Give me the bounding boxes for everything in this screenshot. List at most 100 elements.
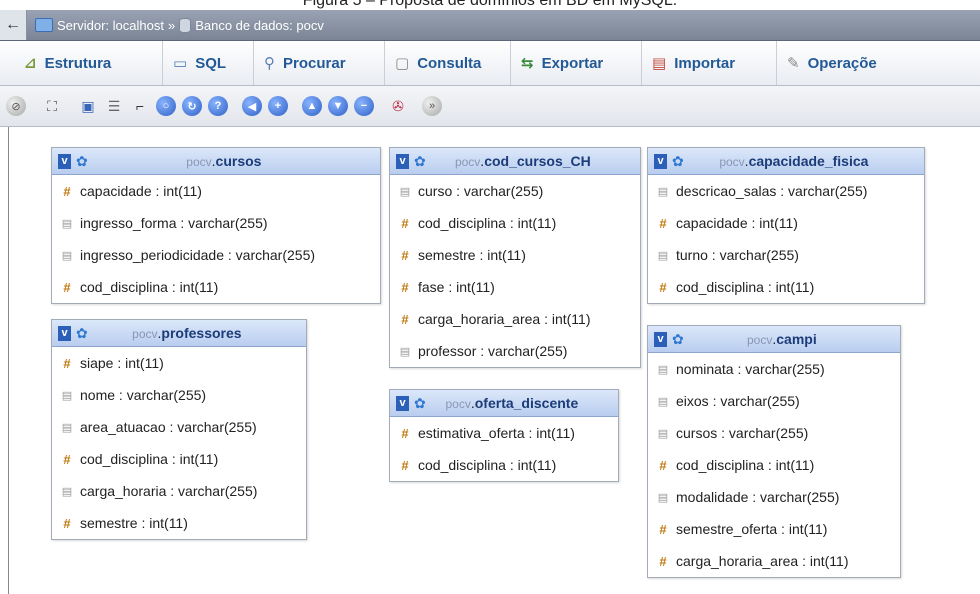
breadcrumb-database[interactable]: Banco de dados: pocv	[195, 18, 324, 33]
column-label: ingresso_forma : varchar(255)	[80, 215, 268, 231]
table-column-row[interactable]: ▤ descricao_salas : varchar(255)	[648, 175, 924, 207]
table-column-row[interactable]: # capacidade : int(11)	[648, 207, 924, 239]
pdf-icon[interactable]: ✇	[388, 96, 408, 116]
table-column-row[interactable]: # carga_horaria_area : int(11)	[648, 545, 900, 577]
column-label: semestre : int(11)	[418, 247, 526, 263]
table-professores[interactable]: v ✿ pocv.professores # siape : int(11) ▤ no…	[51, 319, 307, 540]
query-icon: ▢	[395, 55, 410, 72]
refresh-icon[interactable]: ↻	[182, 96, 202, 116]
text-column-icon: ▤	[657, 427, 669, 440]
table-column-row[interactable]: ▤ ingresso_forma : varchar(255)	[52, 207, 380, 239]
table-column-row[interactable]: ▤ turno : varchar(255)	[648, 239, 924, 271]
table-cursos[interactable]: v ✿ pocv.cursos # capacidade : int(11) ▤ in…	[51, 147, 381, 304]
structure-icon: ⊿	[24, 55, 37, 72]
toggle-columns-icon[interactable]: v	[654, 153, 667, 169]
table-campi[interactable]: v ✿ pocv.campi ▤ nominata : varchar(255) ▤…	[647, 325, 901, 578]
down-icon[interactable]: ▼	[328, 96, 348, 116]
table-column-row[interactable]: # cod_disciplina : int(11)	[648, 271, 924, 303]
gear-icon[interactable]: ✿	[76, 153, 88, 170]
up-icon[interactable]: ▲	[302, 96, 322, 116]
gear-icon[interactable]: ✿	[76, 325, 88, 342]
table-capacidade-fisica[interactable]: v ✿ pocv.capacidade_fisica ▤ descricao_sa…	[647, 147, 925, 304]
title-bar: ← Servidor: localhost » Banco de dados: …	[0, 10, 980, 41]
numeric-column-icon: #	[63, 183, 71, 199]
numeric-column-icon: #	[401, 279, 409, 295]
table-column-row[interactable]: # cod_disciplina : int(11)	[648, 449, 900, 481]
table-column-row[interactable]: ▤ area_atuacao : varchar(255)	[52, 411, 306, 443]
relation-icon[interactable]: ⌐	[130, 96, 150, 116]
table-column-row[interactable]: # carga_horaria_area : int(11)	[390, 303, 640, 335]
gear-icon[interactable]: ✿	[672, 331, 684, 348]
column-label: curso : varchar(255)	[418, 183, 544, 199]
table-column-row[interactable]: # cod_disciplina : int(11)	[52, 271, 380, 303]
toggle-columns-icon[interactable]: v	[396, 395, 409, 411]
table-header[interactable]: v ✿ pocv.capacidade_fisica	[648, 148, 924, 175]
prev-icon[interactable]: ◀	[242, 96, 262, 116]
table-column-row[interactable]: ▤ nome : varchar(255)	[52, 379, 306, 411]
cancel-icon[interactable]: ⊘	[6, 96, 26, 116]
table-column-row[interactable]: ▤ carga_horaria : varchar(255)	[52, 475, 306, 507]
toggle-columns-icon[interactable]: v	[654, 331, 667, 347]
toggle-columns-icon[interactable]: v	[396, 153, 409, 169]
zoom-icon[interactable]: ○	[156, 96, 176, 116]
table-header[interactable]: v ✿ pocv.oferta_discente	[390, 390, 618, 417]
toggle-columns-icon[interactable]: v	[58, 325, 71, 341]
table-column-row[interactable]: ▤ cursos : varchar(255)	[648, 417, 900, 449]
table-header[interactable]: v ✿ pocv.professores	[52, 320, 306, 347]
column-label: eixos : varchar(255)	[676, 393, 800, 409]
column-label: siape : int(11)	[80, 355, 164, 371]
table-column-row[interactable]: ▤ eixos : varchar(255)	[648, 385, 900, 417]
table-db-name: pocv	[454, 155, 481, 169]
table-column-row[interactable]: ▤ nominata : varchar(255)	[648, 353, 900, 385]
add-icon[interactable]: +	[268, 96, 288, 116]
tab-import[interactable]: ▤ Importar	[642, 41, 777, 85]
tab-operations[interactable]: ✎ Operaçõe	[777, 41, 937, 85]
gear-icon[interactable]: ✿	[672, 153, 684, 170]
export-icon: ⇆	[521, 55, 534, 72]
back-button[interactable]: ←	[0, 10, 27, 40]
table-column-row[interactable]: # cod_disciplina : int(11)	[52, 443, 306, 475]
table-column-row[interactable]: # cod_disciplina : int(11)	[390, 207, 640, 239]
column-label: capacidade : int(11)	[80, 183, 202, 199]
table-column-row[interactable]: # semestre : int(11)	[390, 239, 640, 271]
tab-search[interactable]: ⚲ Procurar	[254, 41, 385, 85]
text-column-icon: ▤	[61, 421, 73, 434]
gear-icon[interactable]: ✿	[414, 153, 426, 170]
list-icon[interactable]: ☰	[104, 96, 124, 116]
table-db-name: pocv	[747, 333, 773, 347]
next-icon[interactable]: »	[422, 96, 442, 116]
tab-structure[interactable]: ⊿ Estrutura	[0, 41, 163, 85]
save-icon[interactable]: ▣	[78, 96, 98, 116]
table-header[interactable]: v ✿ pocv.cod_cursos_CH	[390, 148, 640, 175]
tab-query[interactable]: ▢ Consulta	[385, 41, 511, 85]
text-column-icon: ▤	[657, 363, 669, 376]
table-column-row[interactable]: # fase : int(11)	[390, 271, 640, 303]
breadcrumb-server[interactable]: Servidor: localhost	[57, 18, 164, 33]
help-icon[interactable]: ?	[208, 96, 228, 116]
gear-icon[interactable]: ✿	[414, 395, 426, 412]
table-column-row[interactable]: # semestre_oferta : int(11)	[648, 513, 900, 545]
text-column-icon: ▤	[657, 491, 669, 504]
table-column-row[interactable]: # cod_disciplina : int(11)	[390, 449, 618, 481]
table-oferta-discente[interactable]: v ✿ pocv.oferta_discente # estimativa_ofe…	[389, 389, 619, 482]
table-column-row[interactable]: ▤ modalidade : varchar(255)	[648, 481, 900, 513]
table-column-row[interactable]: ▤ ingresso_periodicidade : varchar(255)	[52, 239, 380, 271]
table-cod-cursos-ch[interactable]: v ✿ pocv.cod_cursos_CH ▤ curso : varchar(…	[389, 147, 641, 368]
column-label: area_atuacao : varchar(255)	[80, 419, 257, 435]
table-title: oferta_discente	[474, 395, 579, 411]
table-column-row[interactable]: # estimativa_oferta : int(11)	[390, 417, 618, 449]
text-column-icon: ▤	[399, 185, 411, 198]
table-header[interactable]: v ✿ pocv.cursos	[52, 148, 380, 175]
table-db-name: pocv	[719, 155, 745, 169]
table-column-row[interactable]: # capacidade : int(11)	[52, 175, 380, 207]
table-column-row[interactable]: ▤ curso : varchar(255)	[390, 175, 640, 207]
tab-export[interactable]: ⇆ Exportar	[511, 41, 642, 85]
minus-icon[interactable]: −	[354, 96, 374, 116]
table-column-row[interactable]: # semestre : int(11)	[52, 507, 306, 539]
table-column-row[interactable]: # siape : int(11)	[52, 347, 306, 379]
fullscreen-icon[interactable]: ⛶	[42, 96, 62, 116]
table-header[interactable]: v ✿ pocv.campi	[648, 326, 900, 353]
tab-sql[interactable]: ▭ SQL	[163, 41, 254, 85]
table-column-row[interactable]: ▤ professor : varchar(255)	[390, 335, 640, 367]
toggle-columns-icon[interactable]: v	[58, 153, 71, 169]
